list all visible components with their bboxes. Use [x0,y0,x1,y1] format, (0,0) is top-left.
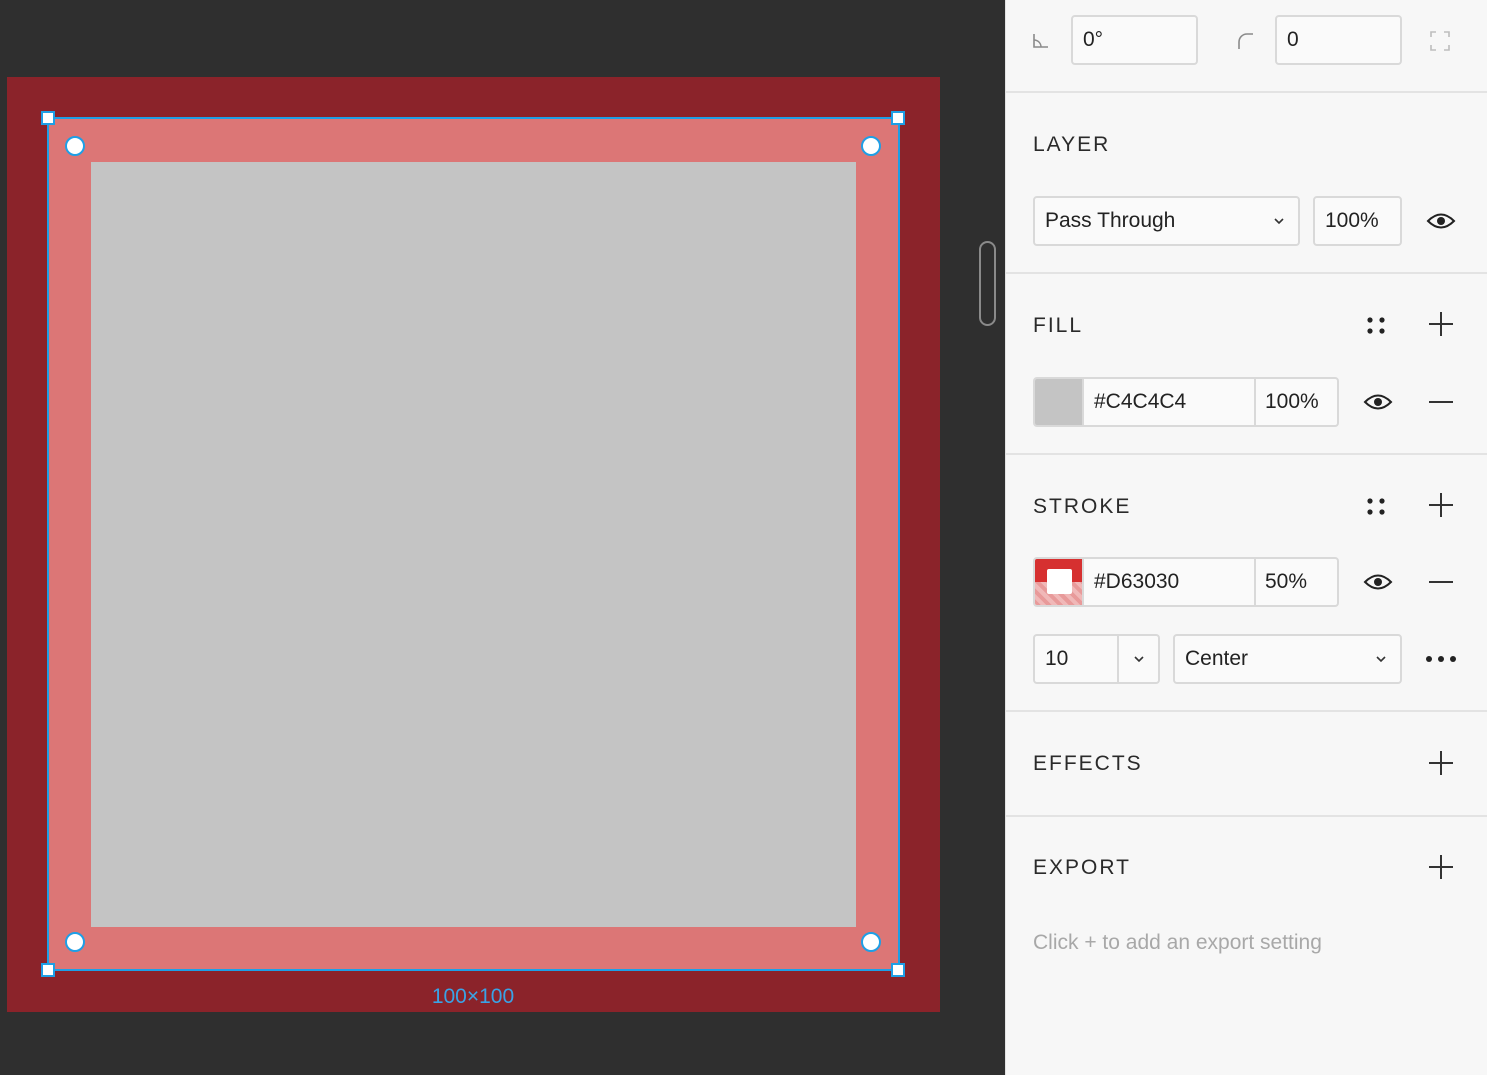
stroke-align-value: Center [1185,647,1249,670]
divider [1006,710,1487,712]
stroke-section-title: STROKE [1033,495,1132,518]
stroke-color-row[interactable]: #D63030 50% [1033,557,1339,607]
divider [1254,559,1256,605]
stroke-opacity-value[interactable]: 50% [1265,570,1307,594]
layer-section-title: LAYER [1033,133,1111,156]
divider [1254,379,1256,425]
size-label: 100×100 [431,985,515,1008]
chevron-down-icon [1376,656,1386,663]
stroke-weight-value: 10 [1045,647,1069,670]
properties-panel: 0° 0 LAYER Pass Through 100% FILL #C4C4C… [1005,0,1487,1075]
fill-color-row[interactable]: #C4C4C4 100% [1033,377,1339,427]
corner-radius-handle-top-right[interactable] [861,136,881,156]
corner-radius-value: 0 [1287,28,1299,51]
layer-opacity-input[interactable]: 100% [1313,196,1402,246]
rotation-value: 0° [1083,28,1104,51]
vertical-scrollbar[interactable] [979,241,996,326]
blend-mode-select[interactable]: Pass Through [1033,196,1300,246]
stroke-color-swatch[interactable] [1035,559,1084,605]
effects-section-title: EFFECTS [1033,752,1143,775]
eye-icon[interactable] [1361,387,1395,417]
add-fill-plus-icon[interactable] [1424,307,1458,341]
divider [1006,815,1487,817]
stroke-hex-value[interactable]: #D63030 [1094,570,1179,594]
eye-icon[interactable] [1424,206,1458,236]
divider [1117,636,1119,682]
resize-handle-top-left[interactable] [41,111,55,125]
canvas[interactable]: 100×100 [0,0,1005,1075]
rotation-input[interactable]: 0° [1071,15,1198,65]
stroke-weight-input[interactable]: 10 [1033,634,1160,684]
corner-radius-handle-bottom-left[interactable] [65,932,85,952]
resize-handle-bottom-right[interactable] [891,963,905,977]
corner-radius-handle-bottom-right[interactable] [861,932,881,952]
stroke-align-select[interactable]: Center [1173,634,1402,684]
selection-outline [47,117,900,971]
chevron-down-icon[interactable] [1134,654,1144,664]
corner-radius-input[interactable]: 0 [1275,15,1402,65]
fill-hex-value[interactable]: #C4C4C4 [1094,390,1186,414]
fill-section-title: FILL [1033,314,1084,337]
independent-corners-icon[interactable] [1427,28,1453,54]
eye-icon[interactable] [1361,567,1395,597]
resize-handle-top-right[interactable] [891,111,905,125]
style-grid-icon[interactable] [1362,311,1390,339]
remove-stroke-minus-icon[interactable] [1424,567,1458,597]
resize-handle-bottom-left[interactable] [41,963,55,977]
add-effect-plus-icon[interactable] [1424,746,1458,780]
corner-radius-handle-top-left[interactable] [65,136,85,156]
divider [1006,453,1487,455]
remove-fill-minus-icon[interactable] [1424,387,1458,417]
layer-opacity-value: 100% [1325,209,1379,232]
export-hint-text: Click + to add an export setting [1033,931,1322,954]
corner-radius-icon [1234,30,1256,52]
add-stroke-plus-icon[interactable] [1424,488,1458,522]
divider [1006,272,1487,274]
fill-opacity-value[interactable]: 100% [1265,390,1319,414]
fill-color-swatch[interactable] [1035,379,1084,425]
rotation-angle-icon [1030,30,1052,52]
chevron-down-icon [1274,218,1284,225]
more-options-icon[interactable] [1422,644,1460,674]
blend-mode-value: Pass Through [1045,209,1176,232]
add-export-plus-icon[interactable] [1424,850,1458,884]
divider [1006,91,1487,93]
export-section-title: EXPORT [1033,856,1131,879]
style-grid-icon[interactable] [1362,492,1390,520]
